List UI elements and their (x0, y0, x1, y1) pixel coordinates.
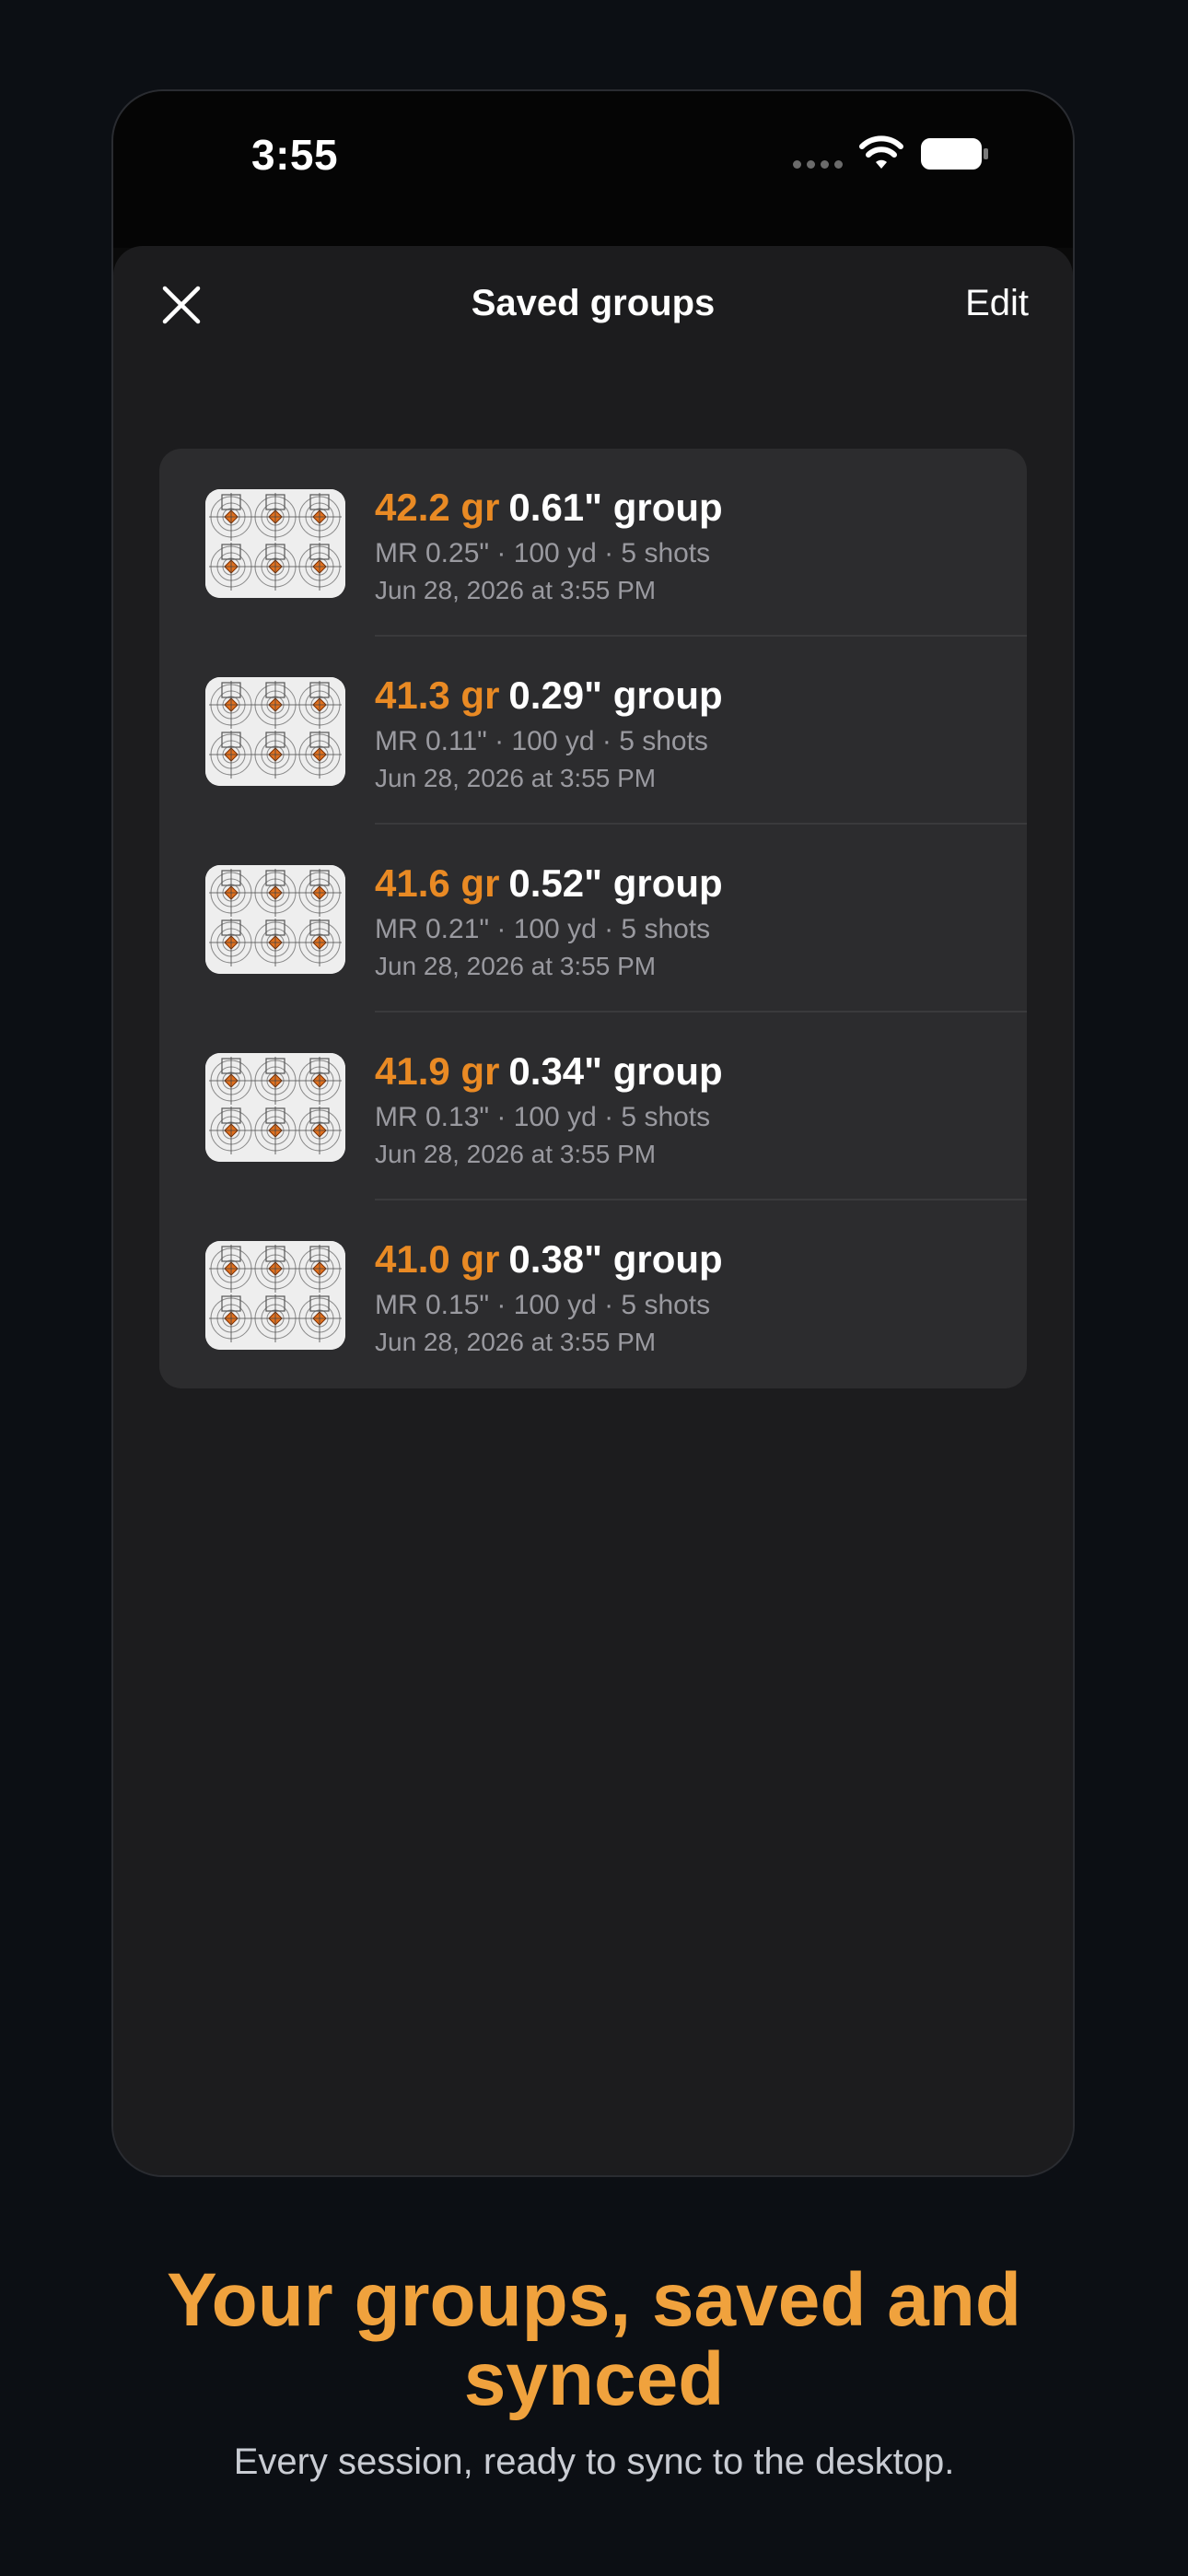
group-meta: MR 0.21" · 100 yd · 5 shots (375, 914, 711, 944)
group-date: Jun 28, 2026 at 3:55 PM (375, 952, 657, 980)
group-title: 41.9 gr 0.34" group (375, 1048, 723, 1095)
group-size: 0.52" group (508, 861, 723, 905)
group-info: 41.9 gr 0.34" group MR 0.13" · 100 yd · 5 … (375, 1048, 723, 1173)
group-info: 41.0 gr 0.38" group MR 0.15" · 100 yd · 5 … (375, 1235, 723, 1361)
group-title: 41.0 gr 0.38" group (375, 1235, 723, 1283)
group-title: 42.2 gr 0.61" group (375, 484, 723, 532)
powder-charge: 42.2 gr (375, 486, 500, 529)
wifi-icon (859, 135, 903, 169)
status-time: 3:55 (251, 131, 339, 179)
powder-charge: 41.6 gr (375, 861, 500, 905)
group-size: 0.38" group (508, 1237, 723, 1281)
group-title: 41.3 gr 0.29" group (375, 672, 723, 720)
target-thumbnail-image (205, 1053, 345, 1162)
target-thumbnail-image (205, 489, 345, 598)
cellular-signal-icon (793, 159, 843, 169)
marketing-headline: Your groups, saved and synced (167, 2258, 1021, 2421)
group-size: 0.29" group (508, 673, 723, 717)
battery-icon (921, 138, 988, 170)
target-thumbnail-image (205, 677, 345, 786)
saved-group-row[interactable]: 41.3 gr 0.29" group MR 0.11" · 100 yd · 5 … (159, 637, 1027, 825)
saved-groups-sheet: Saved groups Edit 42.2 gr 0.61" group MR 0… (113, 246, 1073, 2175)
target-thumbnail (205, 677, 345, 786)
target-thumbnail-image (205, 1241, 345, 1350)
group-meta: MR 0.13" · 100 yd · 5 shots (375, 1102, 711, 1132)
group-size: 0.34" group (508, 1049, 723, 1093)
group-title: 41.6 gr 0.52" group (375, 860, 723, 907)
target-thumbnail-image (205, 865, 345, 974)
group-info: 42.2 gr 0.61" group MR 0.25" · 100 yd · 5 … (375, 484, 723, 609)
group-meta: MR 0.15" · 100 yd · 5 shots (375, 1290, 711, 1320)
status-icons (793, 135, 990, 172)
target-thumbnail (205, 489, 345, 598)
target-thumbnail (205, 1241, 345, 1350)
saved-group-row[interactable]: 41.9 gr 0.34" group MR 0.13" · 100 yd · 5 … (159, 1013, 1027, 1200)
sheet-title: Saved groups (471, 283, 716, 323)
target-thumbnail (205, 865, 345, 974)
saved-group-row[interactable]: 41.6 gr 0.52" group MR 0.21" · 100 yd · 5 … (159, 825, 1027, 1013)
phone-frame: 3:55 Saved groups Edit 42.2 gr 0.61" grou… (111, 89, 1075, 2177)
group-date: Jun 28, 2026 at 3:55 PM (375, 1328, 657, 1356)
group-date: Jun 28, 2026 at 3:55 PM (375, 764, 657, 792)
powder-charge: 41.9 gr (375, 1049, 500, 1093)
saved-groups-list: 42.2 gr 0.61" group MR 0.25" · 100 yd · 5 … (159, 449, 1027, 1388)
group-meta: MR 0.25" · 100 yd · 5 shots (375, 538, 711, 568)
powder-charge: 41.3 gr (375, 673, 500, 717)
target-thumbnail (205, 1053, 345, 1162)
group-info: 41.6 gr 0.52" group MR 0.21" · 100 yd · 5 … (375, 860, 723, 985)
group-info: 41.3 gr 0.29" group MR 0.11" · 100 yd · 5 … (375, 672, 723, 797)
powder-charge: 41.0 gr (375, 1237, 500, 1281)
group-size: 0.61" group (508, 486, 723, 529)
marketing-subline: Every session, ready to sync to the desk… (233, 2441, 955, 2482)
edit-button[interactable]: Edit (965, 283, 1029, 324)
status-bar: 3:55 (113, 91, 1073, 248)
group-date: Jun 28, 2026 at 3:55 PM (375, 1140, 657, 1168)
group-date: Jun 28, 2026 at 3:55 PM (375, 576, 657, 604)
saved-group-row[interactable]: 41.0 gr 0.38" group MR 0.15" · 100 yd · 5 … (159, 1200, 1027, 1388)
group-meta: MR 0.11" · 100 yd · 5 shots (375, 726, 708, 756)
saved-group-row[interactable]: 42.2 gr 0.61" group MR 0.25" · 100 yd · 5 … (159, 449, 1027, 637)
